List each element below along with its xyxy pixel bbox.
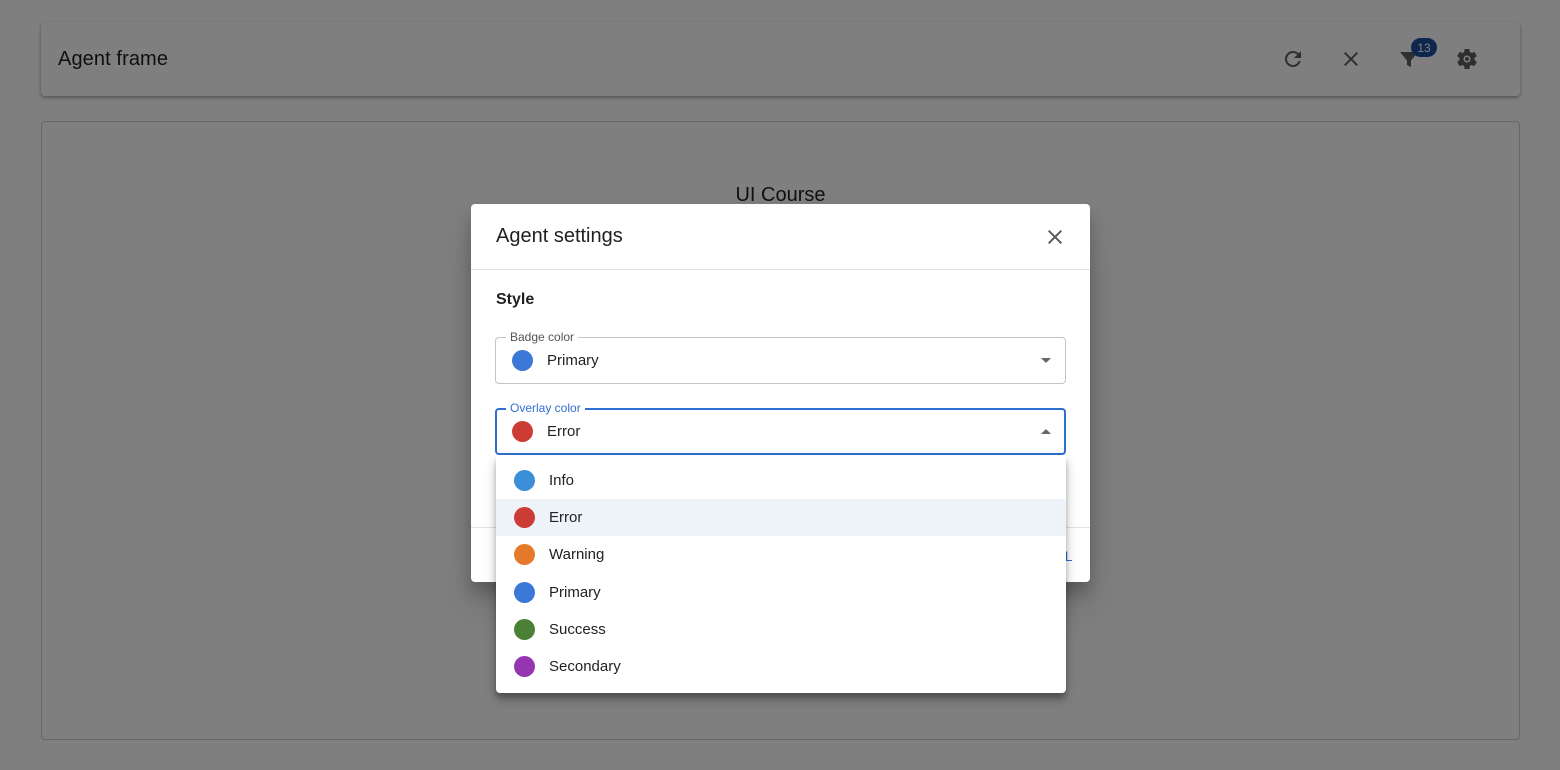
color-swatch-icon <box>512 350 533 371</box>
color-swatch-icon <box>514 618 535 640</box>
chevron-down-icon <box>1041 358 1051 363</box>
dialog-footer-action-button[interactable]: L <box>1065 548 1073 564</box>
color-swatch-icon <box>514 470 535 492</box>
overlay-color-menu: Info Error Warning Primary Success Secondary <box>496 455 1066 693</box>
menu-option-label: Info <box>549 472 575 490</box>
menu-option-primary[interactable]: Primary <box>496 574 1066 611</box>
color-swatch-icon <box>514 507 535 529</box>
menu-option-secondary[interactable]: Secondary <box>496 648 1066 685</box>
color-swatch-icon <box>514 656 535 678</box>
menu-option-label: Secondary <box>549 658 621 676</box>
overlay-color-value: Error <box>512 421 580 442</box>
overlay-color-select[interactable]: Overlay color Error <box>495 401 1066 455</box>
color-swatch-icon <box>512 421 533 442</box>
menu-option-label: Success <box>549 620 606 638</box>
overlay-color-text: Error <box>547 423 581 440</box>
menu-option-label: Error <box>549 509 583 527</box>
section-title-style: Style <box>496 291 535 308</box>
badge-color-text: Primary <box>547 352 599 369</box>
badge-color-label: Badge color <box>506 330 579 344</box>
dialog-header: Agent settings <box>471 204 1090 270</box>
overlay-color-label: Overlay color <box>506 401 585 415</box>
badge-color-select[interactable]: Badge color Primary <box>495 330 1066 384</box>
color-swatch-icon <box>514 544 535 566</box>
close-icon <box>1048 230 1062 244</box>
dialog-title: Agent settings <box>496 225 623 247</box>
menu-option-error[interactable]: Error <box>496 499 1066 537</box>
menu-option-label: Primary <box>549 583 601 601</box>
badge-color-value: Primary <box>512 350 599 371</box>
menu-option-warning[interactable]: Warning <box>496 536 1066 573</box>
dialog-close-button[interactable] <box>1042 224 1068 250</box>
color-swatch-icon <box>514 581 535 603</box>
menu-option-label: Warning <box>549 546 605 564</box>
menu-option-success[interactable]: Success <box>496 611 1066 648</box>
menu-option-info[interactable]: Info <box>496 462 1066 499</box>
chevron-up-icon <box>1041 429 1051 434</box>
